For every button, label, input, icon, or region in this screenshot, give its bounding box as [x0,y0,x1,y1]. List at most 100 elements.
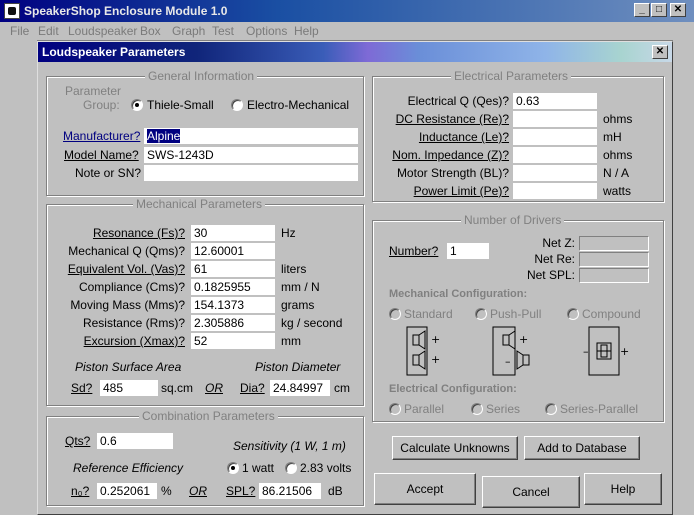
n0-label: n₀? [71,484,90,498]
number-field[interactable]: 1 [447,243,489,259]
mechanical-q-label: Mechanical Q (Qms)? [68,244,185,258]
equivalent-volume-field[interactable]: 61 [191,261,275,277]
loudspeaker-parameters-dialog: Loudspeaker Parameters ✕ General Informa… [37,41,673,515]
general-information-label: General Information [145,69,258,83]
resistance-field[interactable]: 2.305886 [191,315,275,331]
resonance-field[interactable]: 30 [191,225,275,241]
maximize-icon[interactable]: □ [651,3,667,17]
parameter-group-label-2: Group: [83,98,120,112]
menu-help[interactable]: Help [294,24,319,38]
electrical-configuration-label: Electrical Configuration: [389,383,517,395]
compliance-field[interactable]: 0.1825955 [191,279,275,295]
menu-file[interactable]: File [10,24,29,38]
push-pull-config-diagram-icon: + – [491,325,537,377]
power-limit-unit: watts [603,184,632,198]
menu-bar: File Edit Loudspeaker Box Graph Test Opt… [0,22,694,40]
inductance-field[interactable] [513,129,597,145]
menu-loudspeaker[interactable]: Loudspeaker [68,24,137,38]
menu-box[interactable]: Box [140,24,161,38]
standard-config-diagram-icon: + + [405,325,451,377]
spl-label: SPL? [226,484,256,498]
add-to-database-button[interactable]: Add to Database [524,436,640,460]
one-watt-radio[interactable] [227,462,239,474]
electro-mechanical-radio[interactable] [231,99,243,111]
n0-field[interactable]: 0.252061 [97,483,157,499]
app-title: SpeakerShop Enclosure Module 1.0 [24,4,228,18]
model-name-field[interactable]: SWS-1243D [144,147,358,163]
calculate-unknowns-button[interactable]: Calculate Unknowns [392,436,518,460]
motor-strength-field[interactable] [513,165,597,181]
mechanical-parameters-group: Mechanical Parameters Resonance (Fs)? 30 H… [46,197,364,406]
motor-strength-unit: N / A [603,166,630,180]
dc-resistance-field[interactable] [513,111,597,127]
standard-radio[interactable] [389,308,401,320]
piston-or-label: OR [205,381,223,395]
moving-mass-field[interactable]: 154.1373 [191,297,275,313]
sd-field[interactable]: 485 [100,380,158,396]
number-of-drivers-group: Number of Drivers Number? 1 Net Z: Net R… [372,213,664,422]
parameter-group-label-1: Parameter [65,84,122,98]
series-radio[interactable] [471,403,483,415]
manufacturer-field[interactable]: Alpine [144,128,358,144]
piston-diameter-label: Piston Diameter [255,360,341,374]
resonance-label: Resonance (Fs)? [92,226,185,240]
volts-label: 2.83 volts [300,461,352,475]
volts-radio[interactable] [285,462,297,474]
sd-label: Sd? [71,381,93,395]
accept-button[interactable]: Accept [374,473,476,505]
compound-radio[interactable] [567,308,579,320]
svg-text:+: + [431,353,440,366]
series-parallel-label: Series-Parallel [560,402,639,416]
thiele-small-radio[interactable] [131,99,143,111]
electrical-q-field[interactable]: 0.63 [513,93,597,109]
combination-parameters-group: Combination Parameters Qts? 0.6 Sensitiv… [46,409,364,506]
mechanical-parameters-label: Mechanical Parameters [133,197,266,211]
menu-graph[interactable]: Graph [172,24,205,38]
menu-options[interactable]: Options [246,24,287,38]
cancel-button[interactable]: Cancel [482,476,580,508]
dc-resistance-label: DC Resistance (Re)? [395,112,509,126]
excursion-unit: mm [281,334,301,348]
push-pull-label: Push-Pull [490,307,542,321]
model-name-label: Model Name? [64,148,139,162]
sd-unit: sq.cm [161,381,194,395]
svg-text:+: + [620,345,629,358]
menu-test[interactable]: Test [212,24,234,38]
mechanical-q-field[interactable]: 12.60001 [191,243,275,259]
note-field[interactable] [144,165,358,181]
series-parallel-radio[interactable] [545,403,557,415]
parallel-label: Parallel [404,402,445,416]
inductance-unit: mH [603,130,622,144]
sensitivity-label: Sensitivity (1 W, 1 m) [233,439,346,453]
inductance-label: Inductance (Le)? [418,130,509,144]
menu-edit[interactable]: Edit [38,24,59,38]
help-button[interactable]: Help [584,473,662,505]
moving-mass-unit: grams [281,298,315,312]
resistance-label: Resistance (Rms)? [82,316,185,330]
general-information-group: General Information Parameter Group: Thi… [46,69,364,196]
spl-unit: dB [328,484,343,498]
note-label: Note or SN? [75,166,142,180]
manufacturer-link[interactable]: Manufacturer? [63,129,140,143]
qts-field[interactable]: 0.6 [97,433,173,449]
piston-area-label: Piston Surface Area [75,360,182,374]
combination-or-label: OR [189,484,207,498]
spl-field[interactable]: 86.21506 [259,483,321,499]
qts-label: Qts? [65,434,91,448]
background-window-left [0,40,37,515]
push-pull-radio[interactable] [475,308,487,320]
app-icon [4,3,20,19]
close-icon[interactable]: ✕ [670,3,686,17]
nominal-impedance-field[interactable] [513,147,597,163]
parallel-radio[interactable] [389,403,401,415]
dia-field[interactable]: 24.84997 [270,380,330,396]
minimize-icon[interactable]: _ [634,3,650,17]
dialog-title: Loudspeaker Parameters [42,45,186,59]
moving-mass-label: Moving Mass (Mms)? [70,298,185,312]
excursion-field[interactable]: 52 [191,333,275,349]
svg-text:–: – [583,345,589,358]
power-limit-field[interactable] [513,183,597,199]
equivalent-volume-label: Equivalent Vol. (Vas)? [67,262,185,276]
net-z-label: Net Z: [542,236,575,250]
dialog-close-icon[interactable]: ✕ [652,45,668,59]
